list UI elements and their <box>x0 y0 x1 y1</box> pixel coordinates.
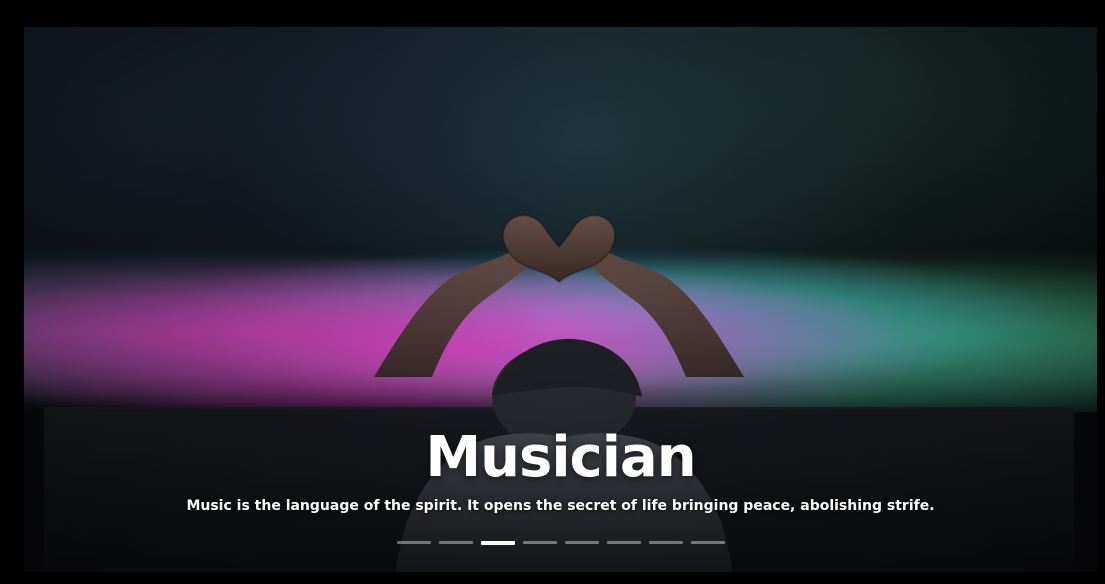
pager-bar[interactable] <box>690 541 725 544</box>
slide-subtitle: Music is the language of the spirit. It … <box>186 498 935 514</box>
dark-overlay <box>24 27 1097 572</box>
carousel-frame: Musician Music is the language of the sp… <box>0 0 1105 584</box>
pager-bar[interactable] <box>522 541 557 544</box>
pager-bar-active[interactable] <box>480 540 515 545</box>
pager-bar[interactable] <box>648 541 683 544</box>
pager-bar[interactable] <box>438 541 473 544</box>
hero-slide: Musician Music is the language of the sp… <box>24 27 1097 572</box>
pager-bar[interactable] <box>606 541 641 544</box>
slide-title: Musician <box>425 425 696 490</box>
pager-bar[interactable] <box>564 541 599 544</box>
carousel-pagination <box>24 540 1097 545</box>
pager-bar[interactable] <box>396 541 431 544</box>
